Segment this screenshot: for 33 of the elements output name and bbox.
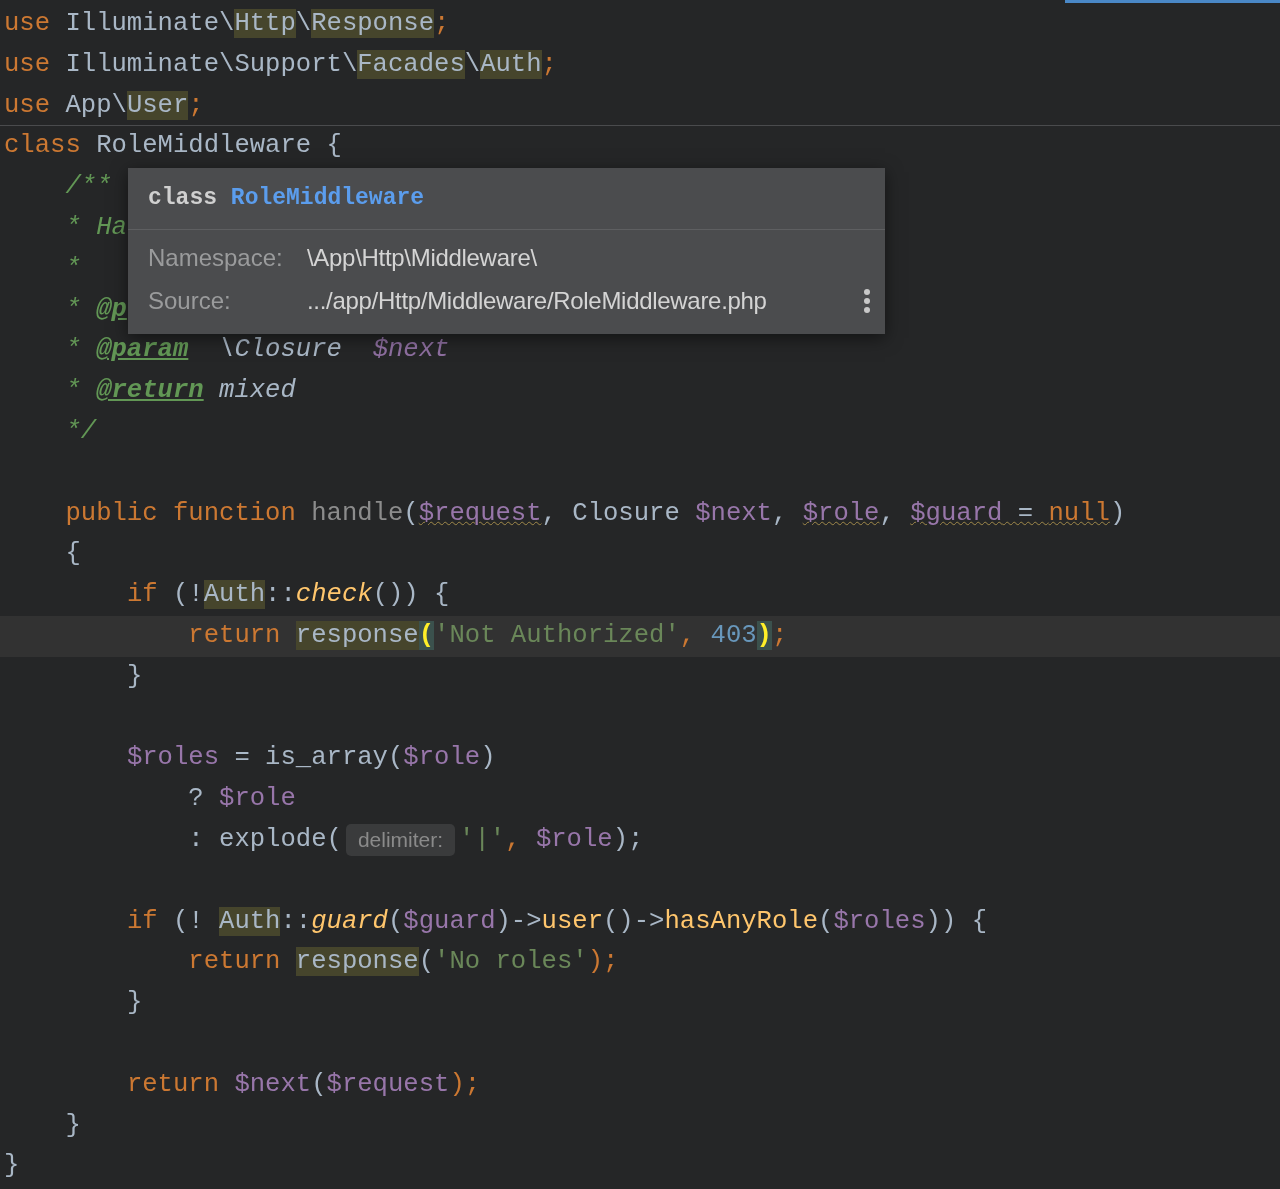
code-text: } <box>65 1109 81 1142</box>
code-text: } <box>4 1150 20 1183</box>
code-text: return $next($request); <box>126 1068 481 1101</box>
code-text: use App\User; <box>4 89 204 122</box>
code-text: public function handle($request, Closure $next, $role, $guard = null) <box>65 497 1126 530</box>
code-text: * <box>65 252 81 285</box>
field-value: .../app/Http/Middleware/RoleMiddleware.php <box>307 285 767 316</box>
code-text: /** <box>65 171 112 204</box>
more-icon[interactable] <box>863 288 871 313</box>
tooltip-title: class RoleMiddleware <box>148 184 425 214</box>
code-text: * @p <box>65 293 127 326</box>
code-text: return response('Not Authorized', 403); <box>188 619 788 652</box>
field-label: Namespace: <box>148 242 284 273</box>
code-text: * Ha <box>65 212 127 244</box>
code-text: * @param \Closure $next <box>65 334 450 367</box>
code-text: return response('No roles'); <box>188 946 619 979</box>
code-text: '|', $role); <box>459 823 644 856</box>
code-text: */ <box>65 415 97 448</box>
code-text: use Illuminate\Http\Response; <box>4 8 450 40</box>
code-text: } <box>126 987 143 1020</box>
parameter-hint: delimiter: <box>345 824 456 857</box>
code-text: if (! Auth::guard($guard)->user()->hasAnyRole($roles)) { <box>126 905 987 938</box>
code-text: * @return mixed <box>65 375 296 408</box>
code-text: } <box>126 660 143 693</box>
code-text: $roles = is_array($role) <box>126 742 496 775</box>
field-label: Source: <box>148 285 232 316</box>
code-text: class RoleMiddleware { <box>4 130 342 163</box>
code-text: { <box>65 538 81 571</box>
field-value: \App\Http\Middleware\ <box>307 242 537 273</box>
code-text: if (!Auth::check()) { <box>126 579 450 612</box>
code-text: : explode( <box>188 823 342 856</box>
code-text: ? $role <box>188 783 296 816</box>
code-text: use Illuminate\Support\Facades\Auth; <box>4 48 557 81</box>
